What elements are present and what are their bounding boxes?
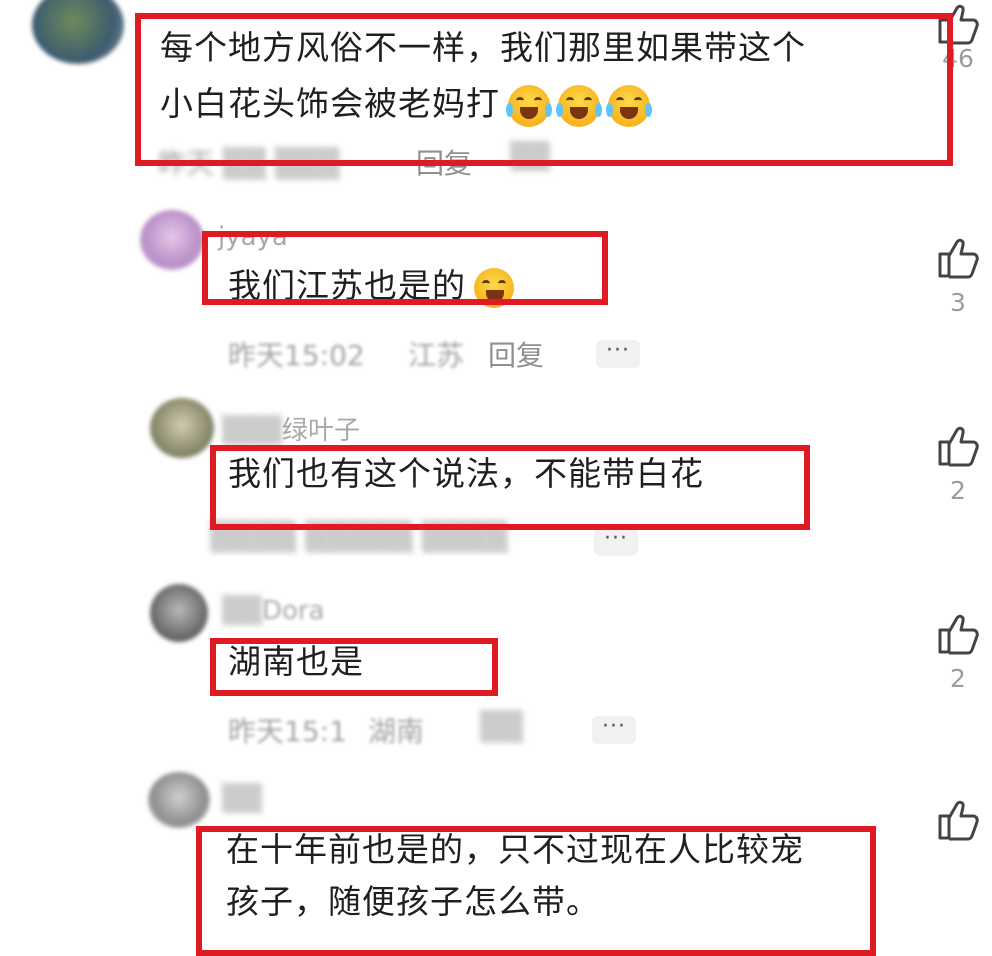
username[interactable]: ▒▒Dora [222, 596, 325, 626]
comment-text-line: 每个地方风俗不一样，我们那里如果带这个 [160, 28, 806, 67]
comment-text-line: 小白花头饰会被老妈打 [160, 76, 806, 132]
avatar[interactable] [148, 772, 210, 828]
username-blurred: ▒▒ [222, 784, 262, 814]
comment-text: 在十年前也是的，只不过现在人比较宠 孩子，随便孩子怎么带。 [226, 824, 804, 928]
more-options-button[interactable]: ··· [596, 340, 640, 368]
like-icon[interactable] [934, 234, 982, 282]
comment-text-line: 我们江苏也是的 [228, 266, 466, 305]
like-icon[interactable] [934, 422, 982, 470]
like-count: 46 [942, 44, 974, 73]
comment-time: 昨天15:02 [228, 339, 365, 372]
comment-text-line-content: 小白花头饰会被老妈打 [160, 84, 500, 123]
comment-text: 湖南也是 [228, 634, 364, 690]
comment-text: 我们也有这个说法，不能带白花 [228, 446, 704, 502]
avatar[interactable] [140, 210, 204, 270]
comment-meta-blurred: ▒▒▒▒ ▒▒▒▒▒ ▒▒▒▒ [210, 520, 508, 553]
reply-button-blurred: ▒▒ [480, 710, 524, 743]
like-count: 3 [950, 288, 966, 317]
crying-laughing-emoji-icon [606, 84, 652, 127]
username[interactable]: ▒▒▒绿叶子 [222, 410, 360, 447]
comment-text-line: 湖南也是 [228, 642, 364, 681]
reply-button[interactable]: 回复 [416, 142, 472, 182]
comment-time: 昨天15:1 [228, 715, 347, 748]
comment-meta-blurred: 昨天 ▒▒ ▒▒▒ [158, 147, 340, 180]
avatar[interactable] [32, 0, 124, 64]
like-count: 2 [950, 476, 966, 505]
like-icon[interactable] [934, 610, 982, 658]
more-options-button[interactable]: ··· [594, 528, 638, 556]
avatar[interactable] [150, 584, 208, 642]
crying-laughing-emoji-icon [556, 84, 602, 127]
more-options-blurred: ▒▒ [510, 142, 550, 172]
comment-location: 江苏 [408, 339, 465, 372]
comment-text-line: 我们也有这个说法，不能带白花 [228, 454, 704, 493]
like-icon[interactable] [934, 0, 982, 48]
laughing-emoji-icon [474, 267, 514, 308]
avatar[interactable] [150, 398, 214, 458]
username-text: 绿叶子 [282, 416, 361, 446]
username-text: Dora [262, 596, 325, 626]
comment-time: 昨天 [158, 147, 215, 180]
comment-text: 我们江苏也是的 [228, 258, 514, 314]
reply-button[interactable]: 回复 [488, 334, 544, 374]
comment-text-line: 在十年前也是的，只不过现在人比较宠 [226, 830, 804, 869]
comment-location: 湖南 [368, 715, 425, 748]
more-options-button[interactable]: ··· [592, 716, 636, 744]
crying-laughing-emoji-icon [506, 84, 552, 127]
comment-text-line: 孩子，随便孩子怎么带。 [226, 882, 600, 921]
comment-text: 每个地方风俗不一样，我们那里如果带这个 小白花头饰会被老妈打 [160, 20, 806, 132]
like-count: 2 [950, 664, 966, 693]
like-icon[interactable] [934, 796, 982, 844]
username[interactable]: jyaya [218, 222, 288, 252]
